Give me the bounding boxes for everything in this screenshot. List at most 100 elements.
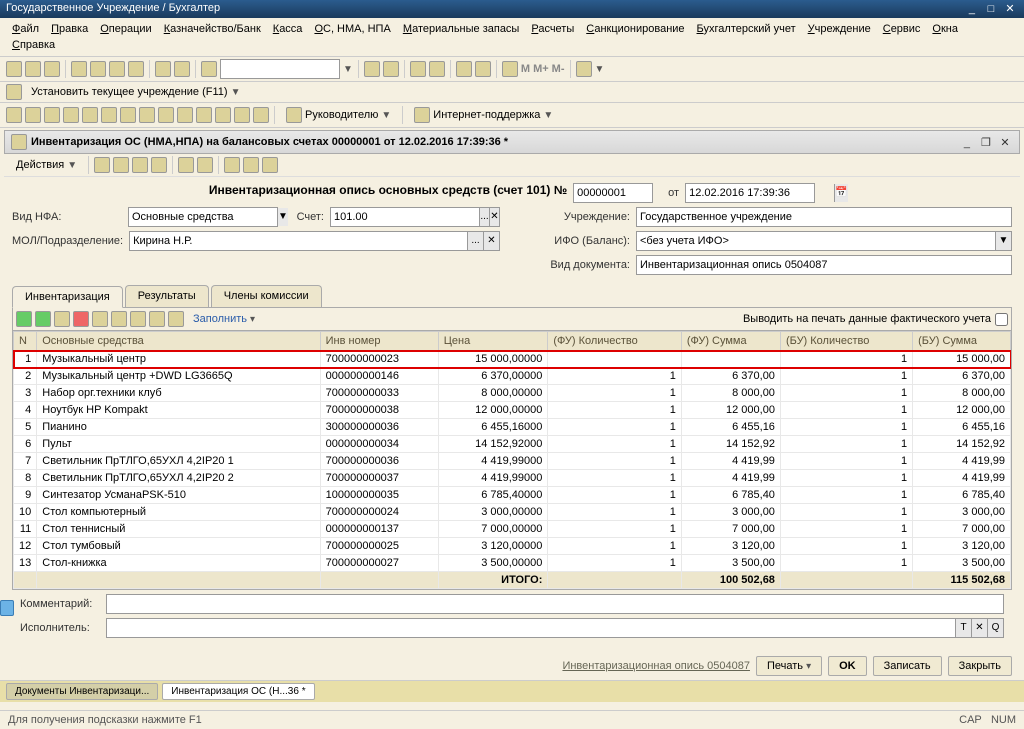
r12-icon[interactable] [215,107,231,123]
close-button[interactable]: ✕ [1002,2,1018,15]
tab-1[interactable]: Результаты [125,285,209,307]
ifo-combo[interactable] [637,232,995,250]
r4-icon[interactable] [63,107,79,123]
undo-icon[interactable] [155,61,171,77]
col-6[interactable]: (БУ) Количество [780,332,912,351]
account-input[interactable] [331,208,479,226]
r7-icon[interactable] [120,107,136,123]
t6-icon[interactable] [502,61,518,77]
a4-icon[interactable] [151,157,167,173]
menu-Учреждение[interactable]: Учреждение [802,21,877,37]
down-icon[interactable] [130,311,146,327]
save-button[interactable]: Записать [873,656,942,676]
t2-icon[interactable] [364,61,380,77]
table-row[interactable]: 10Стол компьютерный7000000000243 000,000… [14,504,1011,521]
doctab-0[interactable]: Документы Инвентаризаци... [6,683,158,700]
a3-icon[interactable] [132,157,148,173]
paste2-icon[interactable] [128,61,144,77]
menu-Правка[interactable]: Правка [45,21,94,37]
tab-0[interactable]: Инвентаризация [12,286,123,308]
save-icon[interactable] [44,61,60,77]
tab-2[interactable]: Члены комиссии [211,285,322,307]
r8-icon[interactable] [139,107,155,123]
menu-Справка[interactable]: Справка [6,37,61,53]
executor-input[interactable] [107,619,955,637]
doc-restore-button[interactable]: ❐ [978,136,994,149]
sort-az-icon[interactable] [149,311,165,327]
m-button[interactable]: M [521,63,530,75]
table-row[interactable]: 8Светильник ПрТЛГО,65УХЛ 4,2IР20 2700000… [14,470,1011,487]
r5-icon[interactable] [82,107,98,123]
edit-icon[interactable] [54,311,70,327]
up-icon[interactable] [111,311,127,327]
doc-close-button[interactable]: ✕ [997,136,1013,149]
cal-icon[interactable] [475,61,491,77]
t4-icon[interactable] [410,61,426,77]
tt1-icon[interactable] [92,311,108,327]
col-4[interactable]: (ФУ) Количество [548,332,681,351]
menu-Операции[interactable]: Операции [94,21,157,37]
table-row[interactable]: 12Стол тумбовый7000000000253 120,0000013… [14,538,1011,555]
menu-ОС, НМА, НПА[interactable]: ОС, НМА, НПА [308,21,396,37]
a5-icon[interactable] [178,157,194,173]
a8-icon[interactable] [243,157,259,173]
redo-icon[interactable] [174,61,190,77]
manager-button[interactable]: Руководителю ▼ [280,105,397,125]
print-check[interactable] [995,313,1008,326]
col-7[interactable]: (БУ) Сумма [913,332,1011,351]
new-icon[interactable] [6,61,22,77]
col-3[interactable]: Цена [438,332,548,351]
x-clear-button[interactable]: ✕ [971,619,987,637]
comment-input[interactable] [107,595,1003,613]
menu-Окна[interactable]: Окна [926,21,964,37]
menu-Файл[interactable]: Файл [6,21,45,37]
close-button[interactable]: Закрыть [948,656,1012,676]
t3-icon[interactable] [383,61,399,77]
table-row[interactable]: 6Пульт00000000003414 152,92000114 152,92… [14,436,1011,453]
r11-icon[interactable] [196,107,212,123]
search-input[interactable] [220,59,340,79]
col-5[interactable]: (ФУ) Сумма [681,332,780,351]
doctab-1[interactable]: Инвентаризация ОС (Н...36 * [162,683,314,700]
menu-Сервис[interactable]: Сервис [877,21,927,37]
dropdown-icon[interactable]: ▼ [343,64,353,75]
tools-icon[interactable] [576,61,592,77]
col-1[interactable]: Основные средства [37,332,320,351]
institution-input[interactable] [637,208,1011,226]
col-2[interactable]: Инв номер [320,332,438,351]
mol-input[interactable] [130,232,467,250]
set-institution-button[interactable]: Установить текущее учреждение (F11) ▼ [25,84,246,100]
nav-tag[interactable] [0,600,14,616]
doctype-input[interactable] [637,256,1011,274]
help-icon[interactable] [262,157,278,173]
print-button[interactable]: Печать ▾ [756,656,822,676]
t-button[interactable]: T [955,619,971,637]
paste-icon[interactable] [109,61,125,77]
r13-icon[interactable] [234,107,250,123]
nfa-combo[interactable] [129,208,277,226]
minimize-button[interactable]: _ [964,3,980,15]
r2-icon[interactable] [25,107,41,123]
q-button[interactable]: Q [987,619,1003,637]
doc-date-input[interactable] [686,184,834,202]
r14-icon[interactable] [253,107,269,123]
a6-icon[interactable] [197,157,213,173]
menu-Касса[interactable]: Касса [267,21,309,37]
copy-row-icon[interactable] [35,311,51,327]
actions-button[interactable]: Действия ▼ [10,157,83,173]
open-icon[interactable] [25,61,41,77]
mplus-button[interactable]: M+ [533,63,549,75]
a2-icon[interactable] [113,157,129,173]
doc-minimize-button[interactable]: _ [959,137,975,149]
doc-template-link[interactable]: Инвентаризационная опись 0504087 [562,660,750,672]
table-row[interactable]: 7Светильник ПрТЛГО,65УХЛ 4,2IР20 1700000… [14,453,1011,470]
a1-icon[interactable] [94,157,110,173]
find-icon[interactable] [201,61,217,77]
cut-icon[interactable] [71,61,87,77]
sort-za-icon[interactable] [168,311,184,327]
doc-icon[interactable] [6,84,22,100]
r9-icon[interactable] [158,107,174,123]
r1-icon[interactable] [6,107,22,123]
menu-Материальные запасы[interactable]: Материальные запасы [397,21,526,37]
menu-Санкционирование[interactable]: Санкционирование [580,21,690,37]
